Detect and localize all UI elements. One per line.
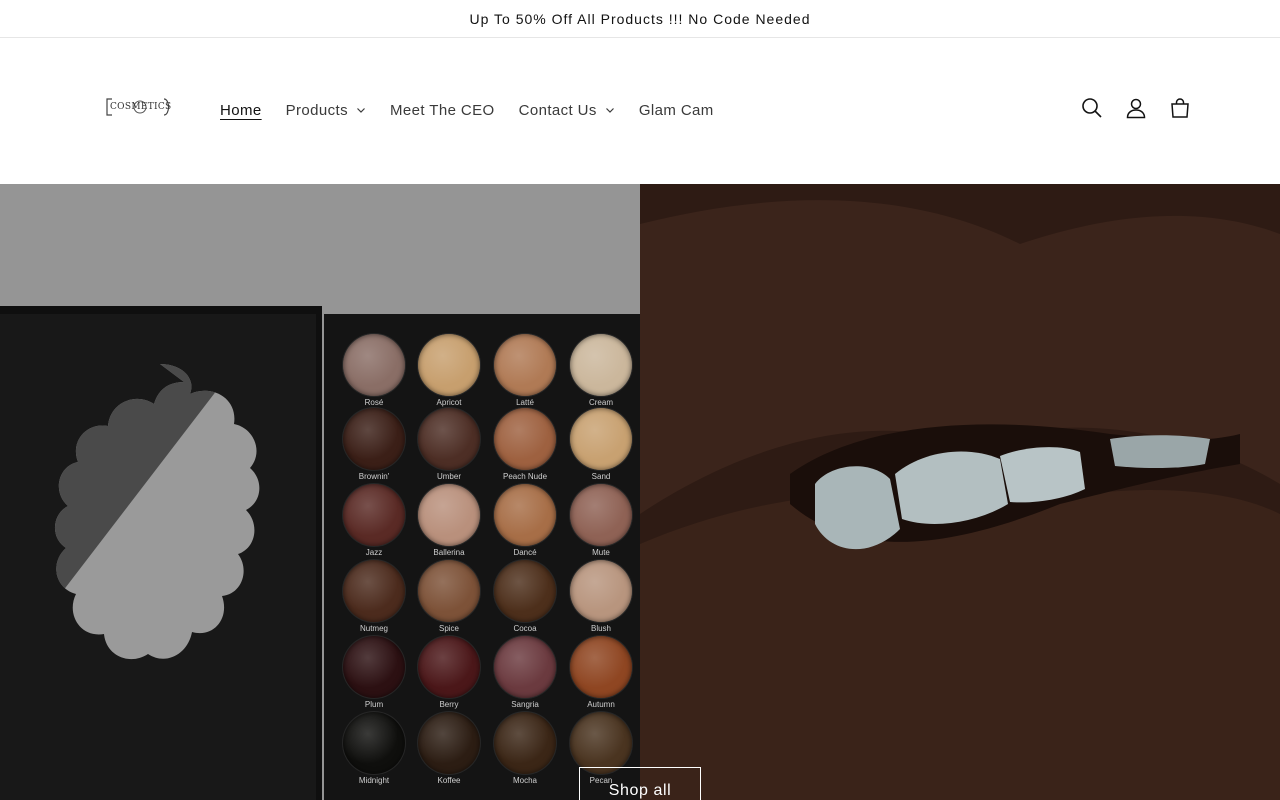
account-button[interactable] [1124, 96, 1148, 120]
nav-item-label: Glam Cam [638, 101, 714, 119]
palette-pan [570, 712, 632, 774]
palette-pan-label: Midnight [358, 776, 390, 785]
palette-pan [418, 560, 480, 622]
hero-banner: Rosé Apricot Latté Cream Brownin' Umber Peach … [0, 184, 1280, 800]
palette-pan [570, 408, 632, 470]
palette-mirror-icon [54, 364, 260, 660]
palette-pan [418, 636, 480, 698]
palette-pan-label: Dancé [513, 548, 537, 557]
palette-pan-label: Plum [364, 700, 384, 709]
palette-pan-label: Berry [439, 700, 459, 709]
palette-pan-label: Cocoa [513, 624, 537, 633]
nav-item-label: Products [285, 101, 349, 119]
palette-pan [343, 334, 405, 396]
chevron-down-icon [605, 108, 614, 113]
palette-pan-label: Rosé [364, 398, 384, 407]
palette-pan [343, 484, 405, 546]
palette-pan [570, 636, 632, 698]
nav-item-products[interactable]: Products [274, 96, 378, 124]
palette-pan [494, 636, 556, 698]
nav-item-glam-cam[interactable]: Glam Cam [627, 96, 726, 124]
palette-pan-label: Ballerina [433, 548, 465, 557]
header-actions [1080, 96, 1192, 120]
palette-pan-label: Peach Nude [502, 472, 548, 481]
palette-pan [494, 484, 556, 546]
cart-button[interactable] [1168, 96, 1192, 120]
main-nav: Home Products Meet The CEO Contact Us Gl… [208, 96, 726, 124]
palette-pan [418, 712, 480, 774]
cart-icon [1171, 98, 1189, 118]
palette-pan-label: Cream [588, 398, 613, 407]
nav-item-home[interactable]: Home [208, 96, 274, 124]
palette-pan [418, 484, 480, 546]
nav-item-label: Contact Us [518, 101, 597, 119]
nav-item-label: Home [220, 101, 262, 119]
palette-pan [494, 334, 556, 396]
palette-pan-label: Mocha [512, 776, 537, 785]
chevron-down-icon [357, 108, 365, 113]
palette-pan-label: Sangria [511, 700, 539, 709]
palette-pan-label: Jazz [365, 548, 383, 557]
palette-pan-label: Apricot [436, 398, 462, 407]
hero-image-palette: Rosé Apricot Latté Cream Brownin' Umber Peach … [0, 184, 640, 800]
search-icon [1082, 98, 1102, 118]
palette-pan-label: Blush [590, 624, 611, 633]
account-icon [1126, 98, 1146, 119]
palette-pan [418, 408, 480, 470]
shop-all-label: Shop all [608, 782, 672, 799]
palette-pan [343, 712, 405, 774]
announcement-bar: Up To 50% Off All Products !!! No Code N… [0, 0, 1280, 38]
palette-pan [494, 408, 556, 470]
palette-pan [343, 560, 405, 622]
palette-pan-label: Sand [591, 472, 611, 481]
nav-item-meet-the-ceo[interactable]: Meet The CEO [378, 96, 507, 124]
palette-pan [570, 334, 632, 396]
palette-pan-label: Umber [436, 472, 461, 481]
palette-pan [570, 484, 632, 546]
palette-pan [494, 560, 556, 622]
search-button[interactable] [1080, 96, 1104, 120]
palette-pan-label: Brownin' [358, 472, 390, 481]
logo[interactable]: COSMETICS [104, 94, 172, 120]
shop-all-button[interactable]: Shop all [579, 767, 701, 800]
nav-item-contact-us[interactable]: Contact Us [507, 96, 627, 124]
palette-pan [343, 408, 405, 470]
logo-text: COSMETICS [110, 102, 172, 112]
palette-pan [494, 712, 556, 774]
palette-pan [343, 636, 405, 698]
lips-illustration-icon [640, 184, 1280, 800]
nav-item-label: Meet The CEO [390, 101, 495, 119]
site-header: COSMETICS Home Products Meet The CEO Con… [0, 38, 1280, 184]
palette-pan-label: Koffee [437, 776, 461, 785]
palette-pan-label: Spice [438, 624, 459, 633]
palette-pan-label: Autumn [587, 700, 615, 709]
palette-pan-label: Nutmeg [359, 624, 388, 633]
palette-pan-label: Mute [592, 548, 610, 557]
palette-pan [418, 334, 480, 396]
hero-image-lips [640, 184, 1280, 800]
palette-pan [570, 560, 632, 622]
palette-pan-label: Latté [516, 398, 534, 407]
announcement-text: Up To 50% Off All Products !!! No Code N… [469, 10, 811, 27]
